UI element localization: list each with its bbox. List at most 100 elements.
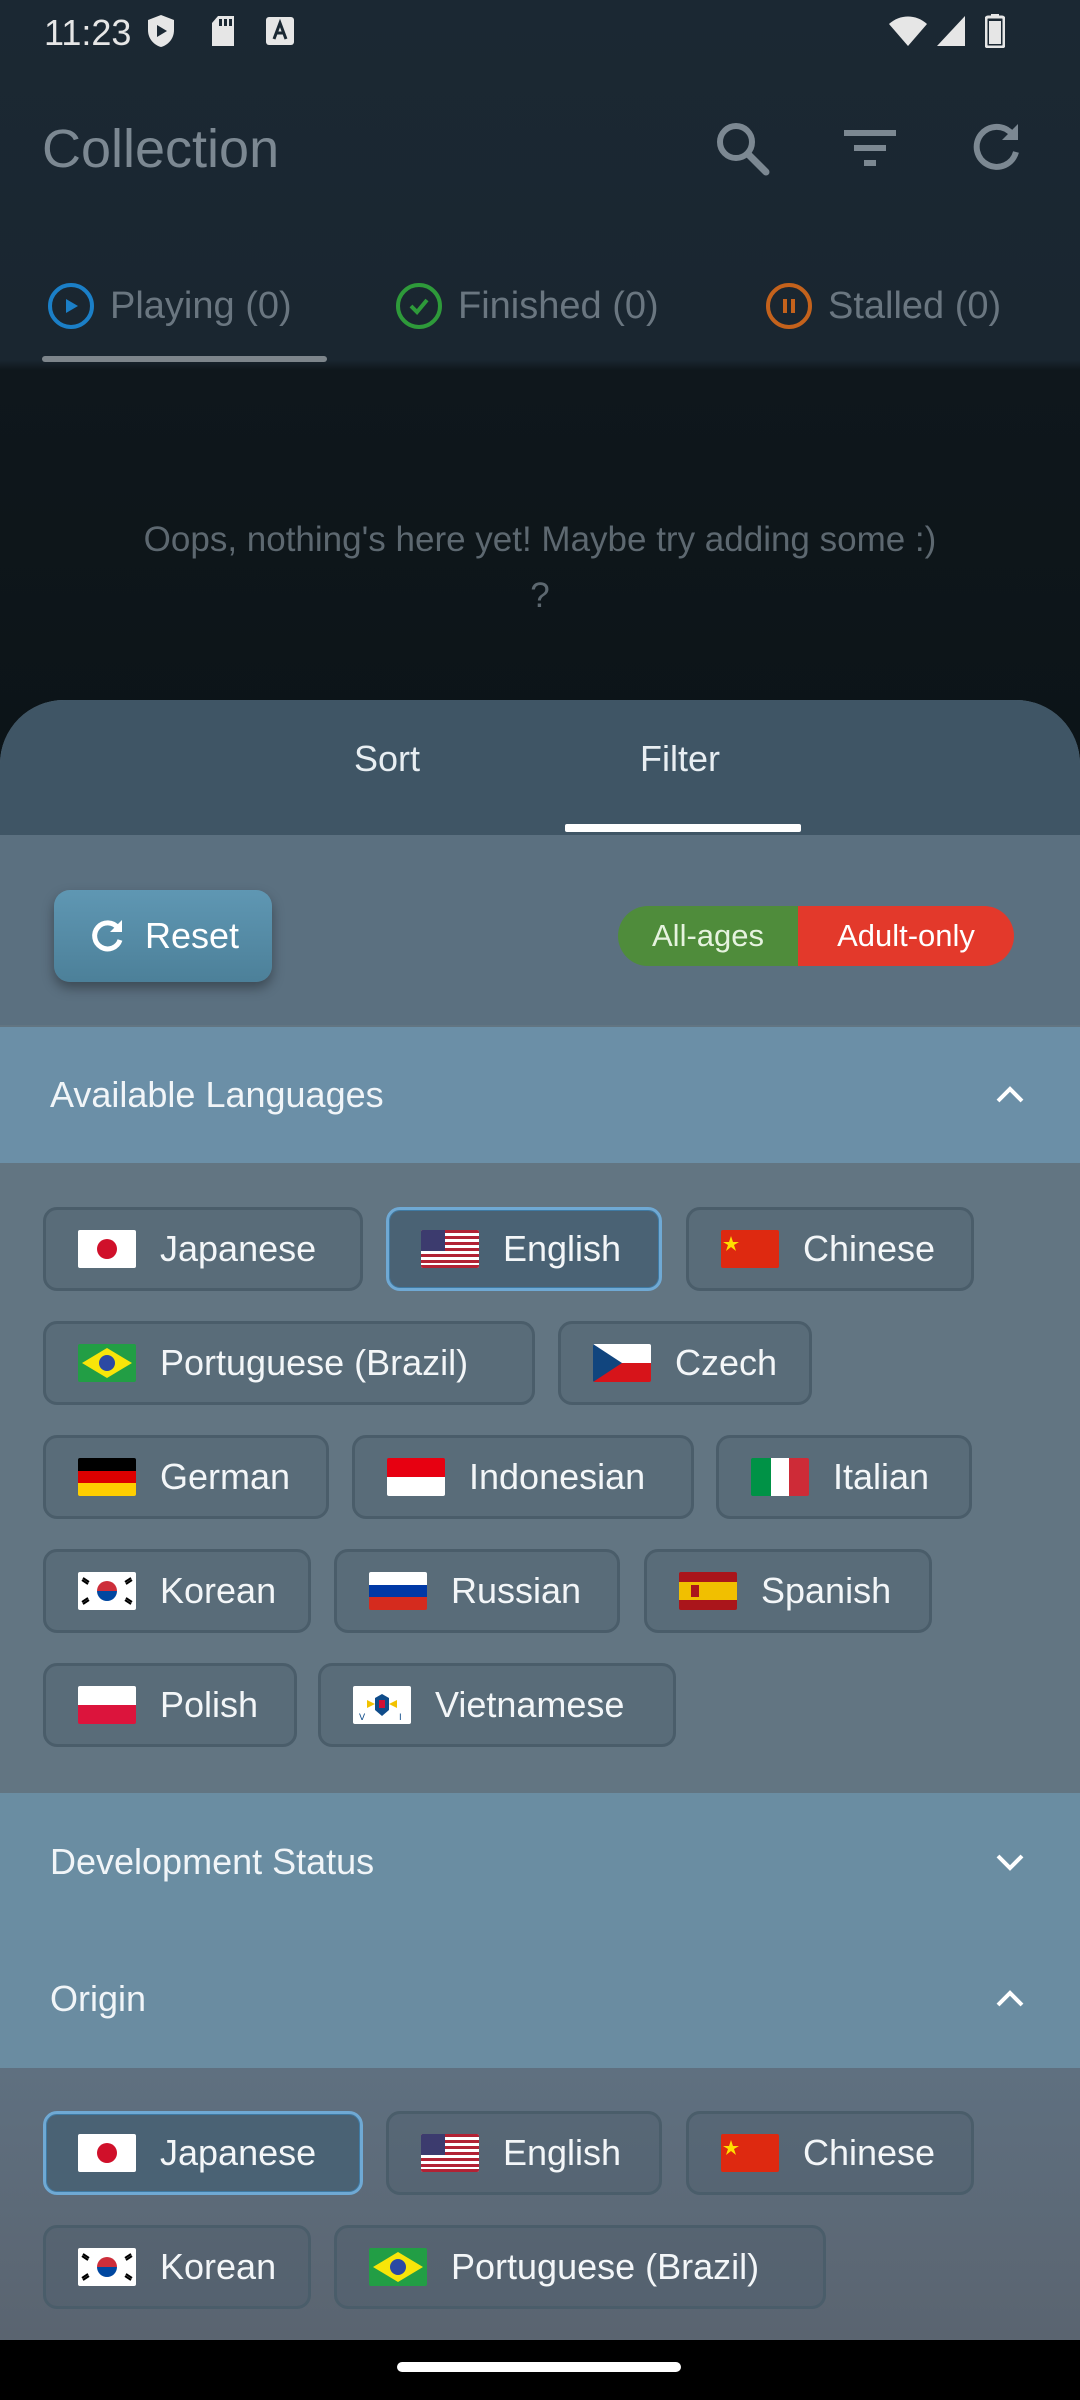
font-notification-icon (264, 14, 296, 48)
language-chip-spanish[interactable]: Spanish (644, 1549, 932, 1633)
age-filter-toggle: All-ages Adult-only (618, 906, 1014, 966)
chip-label: Korean (160, 1570, 277, 1611)
shield-notification-icon (146, 14, 176, 48)
usa-flag-icon (421, 1230, 479, 1268)
development-status-header[interactable]: Development Status (0, 1793, 1080, 1930)
tab-stalled[interactable]: Stalled (0) (766, 256, 1001, 356)
south-korea-flag-icon (78, 1572, 136, 1610)
svg-text:V: V (359, 1713, 366, 1723)
language-chip-german[interactable]: German (43, 1435, 329, 1519)
gesture-nav-handle[interactable] (397, 2362, 681, 2372)
pause-icon (766, 283, 812, 329)
chip-label: Spanish (761, 1570, 892, 1611)
sd-card-icon (208, 14, 238, 48)
chip-label: Portuguese (Brazil) (160, 1342, 469, 1383)
spain-flag-icon (679, 1572, 737, 1610)
tab-playing-label: Playing (0) (110, 284, 292, 327)
chip-label: Indonesian (469, 1456, 646, 1497)
tab-finished-label: Finished (0) (458, 284, 659, 327)
development-status-title: Development Status (50, 1840, 375, 1882)
germany-flag-icon (78, 1458, 136, 1496)
chip-label: Chinese (803, 2132, 936, 2173)
chip-label: Vietnamese (435, 1684, 625, 1725)
language-chip-portuguese-brazil[interactable]: Portuguese (Brazil) (43, 1321, 535, 1405)
tab-sort[interactable]: Sort (354, 738, 420, 780)
svg-text:I: I (399, 1713, 402, 1723)
language-chip-japanese[interactable]: Japanese (43, 1207, 363, 1291)
refresh-icon[interactable] (966, 118, 1026, 178)
battery-icon (984, 14, 1006, 48)
origin-title: Origin (50, 1978, 147, 2019)
origin-chip-portuguese-brazil[interactable]: Portuguese (Brazil) (334, 2225, 826, 2309)
origin-chip-japanese[interactable]: Japanese (43, 2111, 363, 2195)
chip-label: Czech (675, 1342, 778, 1383)
empty-state-message: Oops, nothing's here yet! Maybe try addi… (143, 520, 937, 615)
status-time: 11:23 (44, 12, 132, 53)
filter-tab-indicator (565, 824, 801, 832)
tab-filter[interactable]: Filter (640, 738, 720, 780)
filter-icon[interactable] (840, 118, 900, 178)
language-chip-english[interactable]: English (386, 1207, 662, 1291)
virgin-islands-flag-icon: VI (353, 1686, 411, 1724)
chip-label: Polish (160, 1684, 259, 1725)
available-languages-title: Available Languages (50, 1074, 384, 1115)
language-chip-vietnamese[interactable]: VI Vietnamese (318, 1663, 676, 1747)
south-korea-flag-icon (78, 2248, 136, 2286)
reset-button[interactable]: Reset (54, 890, 272, 982)
language-chip-italian[interactable]: Italian (716, 1435, 972, 1519)
play-icon (48, 283, 94, 329)
all-ages-option[interactable]: All-ages (618, 906, 798, 966)
refresh-icon (92, 920, 123, 952)
chip-label: Japanese (160, 2132, 317, 2173)
indonesia-flag-icon (387, 1458, 445, 1496)
chevron-down-icon (996, 1854, 1024, 1871)
reset-label: Reset (144, 915, 240, 956)
japan-flag-icon (78, 1230, 136, 1268)
chip-label: Italian (833, 1456, 930, 1497)
chip-label: German (160, 1456, 291, 1497)
available-languages-header[interactable]: Available Languages (0, 1027, 1080, 1163)
chip-label: Portuguese (Brazil) (451, 2246, 760, 2287)
japan-flag-icon (78, 2134, 136, 2172)
russia-flag-icon (369, 1572, 427, 1610)
signal-icon (936, 14, 966, 48)
origin-header[interactable]: Origin (0, 1930, 1080, 2068)
adult-only-option[interactable]: Adult-only (798, 906, 1014, 966)
brazil-flag-icon (78, 1344, 136, 1382)
tab-playing[interactable]: Playing (0) (48, 256, 292, 356)
active-tab-indicator (42, 356, 327, 362)
check-icon (396, 283, 442, 329)
wifi-icon (888, 14, 928, 48)
language-chip-indonesian[interactable]: Indonesian (352, 1435, 694, 1519)
language-chip-korean[interactable]: Korean (43, 1549, 311, 1633)
search-icon[interactable] (712, 118, 772, 178)
czech-flag-icon (593, 1344, 651, 1382)
china-flag-icon (721, 1230, 779, 1268)
sheet-tab-bar (0, 700, 1080, 835)
tab-finished[interactable]: Finished (0) (396, 256, 659, 356)
china-flag-icon (721, 2134, 779, 2172)
poland-flag-icon (78, 1686, 136, 1724)
origin-chip-korean[interactable]: Korean (43, 2225, 311, 2309)
app-background (0, 0, 1080, 760)
page-title: Collection (42, 119, 280, 179)
chip-label: Japanese (160, 1228, 317, 1269)
brazil-flag-icon (369, 2248, 427, 2286)
language-chip-polish[interactable]: Polish (43, 1663, 297, 1747)
chip-label: Chinese (803, 1228, 936, 1269)
language-chip-czech[interactable]: Czech (558, 1321, 812, 1405)
status-tabs: Playing (0) Finished (0) Stalled (0) (0, 256, 1080, 366)
language-chip-russian[interactable]: Russian (334, 1549, 620, 1633)
origin-chip-chinese[interactable]: Chinese (686, 2111, 974, 2195)
chevron-up-icon (996, 1086, 1024, 1103)
status-bar: 11:23 (0, 0, 1080, 64)
available-languages-chips: Japanese English Chinese Portuguese (Bra… (0, 1163, 1080, 1793)
chip-label: Russian (451, 1570, 582, 1611)
chevron-up-icon (996, 1990, 1024, 2007)
usa-flag-icon (421, 2134, 479, 2172)
origin-chip-english[interactable]: English (386, 2111, 662, 2195)
origin-chips: Japanese English Chinese Korean Portugue… (0, 2068, 1080, 2340)
tab-stalled-label: Stalled (0) (828, 284, 1002, 327)
language-chip-chinese[interactable]: Chinese (686, 1207, 974, 1291)
chip-label: English (503, 1228, 622, 1269)
